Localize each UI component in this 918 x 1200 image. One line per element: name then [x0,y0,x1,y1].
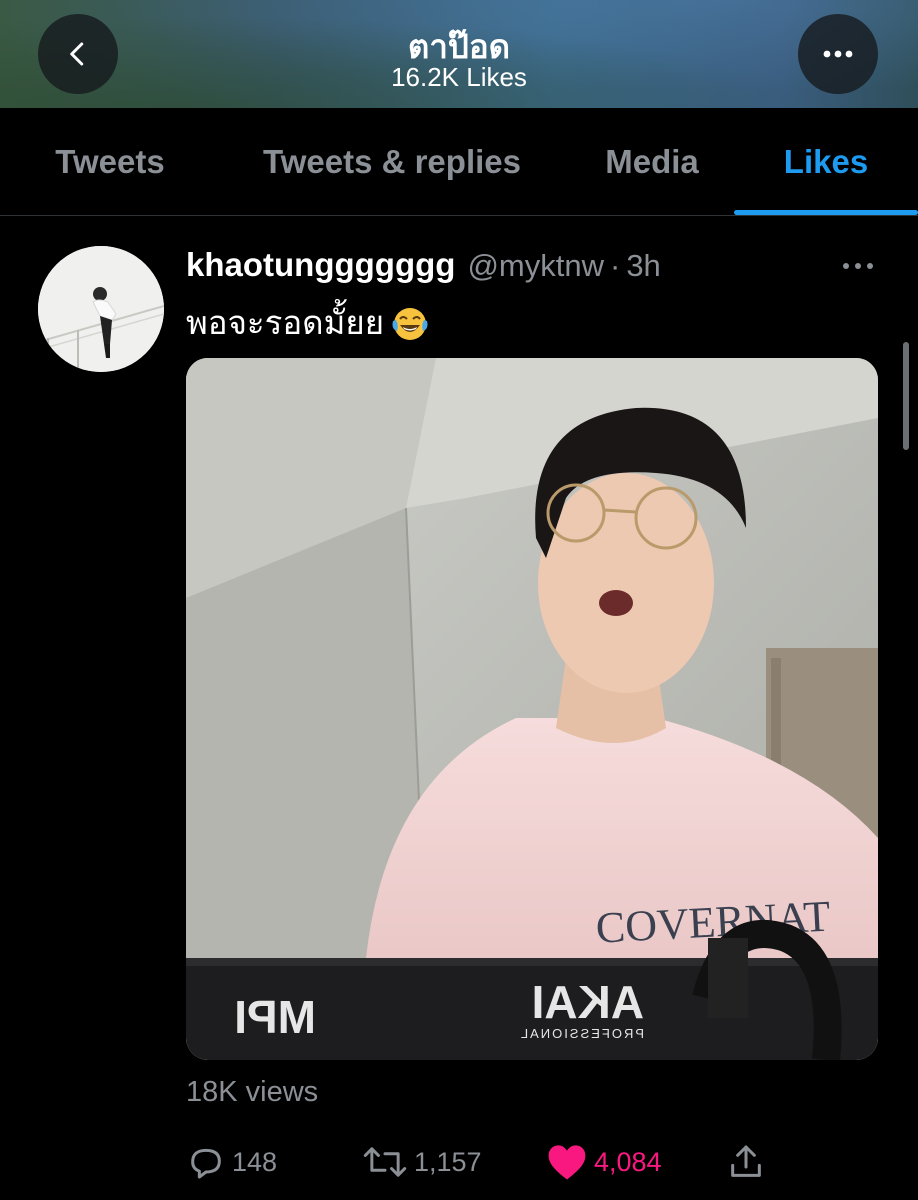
share-icon [731,1145,761,1177]
tweet-video[interactable]: COVERNAT MPI AKAI PROFESSIONAL [186,358,878,1060]
avatar[interactable] [38,246,164,372]
tweet-more-button[interactable] [836,248,880,284]
tweet-text: พอจะรอดมั้ยย [186,296,430,349]
laughing-tears-emoji-icon [392,307,428,340]
tab-media[interactable]: Media [570,108,734,216]
keyboard-brand: AKAI [532,976,644,1028]
active-tab-indicator [734,210,918,215]
heart-icon [548,1145,586,1180]
tab-tweets-replies[interactable]: Tweets & replies [232,108,552,216]
tab-likes[interactable]: Likes [734,108,918,216]
tab-tweets[interactable]: Tweets [18,108,202,216]
retweet-button[interactable]: 1,157 [362,1140,482,1184]
user-handle[interactable]: @myktnw [467,248,604,284]
display-name[interactable]: khaotunggggggg [186,246,455,284]
keyboard-brand-sub: PROFESSIONAL [519,1026,644,1041]
profile-tabs: Tweets Tweets & replies Media Likes [0,108,918,216]
view-count: 18K views [186,1076,319,1108]
ellipsis-icon [843,263,873,269]
ellipsis-icon [823,50,853,58]
avatar-image [38,246,164,372]
likes-count: 16.2K Likes [391,62,527,92]
like-count: 4,084 [594,1146,662,1177]
reply-icon [191,1148,221,1179]
tweet-header: khaotunggggggg @myktnw · 3h [186,246,661,286]
video-frame: COVERNAT MPI AKAI PROFESSIONAL [186,358,878,1060]
separator-dot: · [609,248,621,283]
keyboard-label-mpi: MPI [234,991,316,1043]
more-button[interactable] [798,14,878,94]
like-button[interactable]: 4,084 [546,1140,662,1184]
profile-header: ตาป๊อด 16.2K Likes [0,0,918,108]
reply-count: 148 [232,1146,278,1177]
tweet-body: พอจะรอดมั้ยย [186,304,385,341]
share-button[interactable] [726,1140,772,1184]
retweet-icon [363,1147,407,1177]
reply-button[interactable]: 148 [186,1140,277,1184]
tweet-actions: 148 1,157 4,084 [0,1140,918,1184]
tweet-time[interactable]: 3h [626,248,660,284]
scrollbar[interactable] [903,342,909,450]
retweet-count: 1,157 [414,1146,482,1177]
